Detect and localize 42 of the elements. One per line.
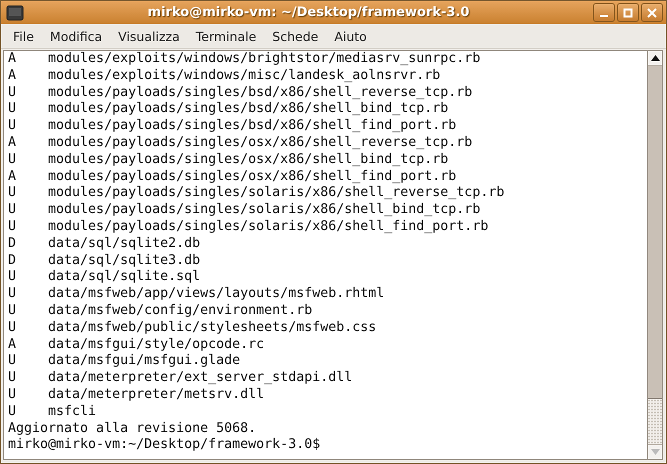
terminal-line: U data/sql/sqlite.sql bbox=[8, 269, 200, 286]
terminal-line: U data/msfweb/public/stylesheets/msfweb.css bbox=[8, 320, 376, 337]
terminal-line: mirko@mirko-vm:~/Desktop/framework-3.0$ bbox=[8, 437, 320, 454]
menu-item[interactable]: Schede bbox=[264, 28, 326, 44]
menu-item[interactable]: File bbox=[5, 28, 42, 44]
terminal-line: U data/msfweb/app/views/layouts/msfweb.rhtml bbox=[8, 286, 384, 303]
maximize-icon bbox=[623, 8, 633, 18]
terminal-line: U modules/payloads/singles/solaris/x86/shell_find_port.rb bbox=[8, 218, 488, 236]
terminal-line: D data/sql/sqlite3.db bbox=[8, 252, 200, 270]
scrollbar-thumb[interactable] bbox=[648, 398, 662, 444]
window-title: mirko@mirko-vm: ~/Desktop/framework-3.0 bbox=[146, 5, 470, 20]
menu-item[interactable]: Modifica bbox=[42, 28, 110, 44]
terminal-line: U modules/payloads/singles/bsd/x86/shell_reverse_tcp.rb bbox=[8, 84, 472, 102]
terminal-line: A modules/payloads/singles/osx/x86/shell_find_port.rb bbox=[8, 168, 456, 186]
minimize-button[interactable] bbox=[593, 3, 615, 22]
terminal-line: A modules/payloads/singles/osx/x86/shell_reverse_tcp.rb bbox=[8, 134, 472, 152]
down-arrow-icon bbox=[650, 449, 660, 455]
maximize-button[interactable] bbox=[617, 3, 639, 22]
terminal-line: U msfcli bbox=[8, 404, 96, 421]
minimize-icon bbox=[600, 15, 608, 17]
terminal-line: U modules/payloads/singles/solaris/x86/shell_reverse_tcp.rb bbox=[8, 185, 504, 202]
close-button[interactable] bbox=[641, 3, 663, 22]
terminal-line: U data/meterpreter/metsrv.dll bbox=[8, 386, 264, 404]
terminal-line: D data/sql/sqlite2.db bbox=[8, 236, 200, 253]
close-icon bbox=[647, 8, 657, 18]
terminal-line: U data/msfgui/msfgui.glade bbox=[8, 353, 240, 370]
terminal-line: U modules/payloads/singles/bsd/x86/shell_bind_tcp.rb bbox=[8, 101, 448, 118]
terminal-line: Aggiornato alla revisione 5068. bbox=[8, 420, 256, 438]
terminal-line: A modules/exploits/windows/misc/landesk_aolnsrvr.rb bbox=[8, 68, 440, 85]
terminal-line: U data/msfweb/config/environment.rb bbox=[8, 302, 312, 320]
terminal-icon bbox=[6, 4, 24, 20]
menu-item[interactable]: Terminale bbox=[188, 28, 264, 44]
scrollbar[interactable] bbox=[648, 50, 663, 460]
terminal-line: U modules/payloads/singles/solaris/x86/shell_bind_tcp.rb bbox=[8, 202, 480, 219]
up-arrow-icon bbox=[650, 55, 660, 61]
menu-item[interactable]: Visualizza bbox=[110, 28, 188, 44]
terminal-line: U data/meterpreter/ext_server_stdapi.dll bbox=[8, 370, 352, 387]
terminal-line: U modules/payloads/singles/osx/x86/shell_bind_tcp.rb bbox=[8, 152, 448, 169]
terminal-line: A modules/exploits/windows/brightstor/mediasrv_sunrpc.rb bbox=[8, 51, 480, 68]
terminal-line: U modules/payloads/singles/bsd/x86/shell_find_port.rb bbox=[8, 118, 456, 135]
menu-item[interactable]: Aiuto bbox=[326, 28, 375, 44]
terminal-line: A data/msfgui/style/opcode.rc bbox=[8, 336, 264, 354]
